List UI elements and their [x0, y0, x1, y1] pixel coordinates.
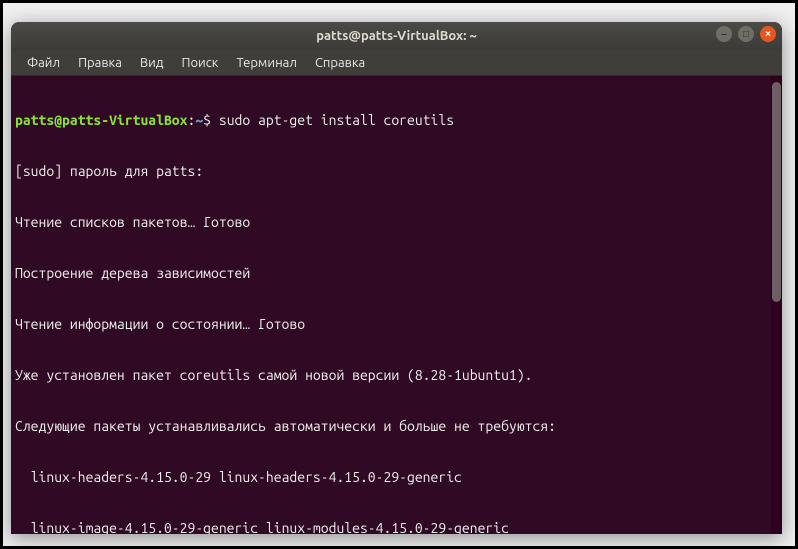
window-controls: – □ × — [716, 26, 776, 42]
menubar: Файл Правка Вид Поиск Терминал Справка — [11, 50, 782, 76]
terminal-line: Уже установлен пакет coreutils самой нов… — [15, 367, 778, 384]
prompt-user: patts@patts-VirtualBox — [15, 112, 187, 128]
close-icon: × — [765, 29, 771, 40]
command-text: sudo apt-get install coreutils — [219, 112, 454, 128]
menu-file[interactable]: Файл — [19, 52, 68, 74]
close-button[interactable]: × — [760, 26, 776, 42]
menu-help[interactable]: Справка — [307, 52, 373, 74]
terminal-line: Следующие пакеты устанавливались автомат… — [15, 418, 778, 435]
terminal-line: patts@patts-VirtualBox:~$ sudo apt-get i… — [15, 112, 778, 129]
window-title: patts@patts-VirtualBox: ~ — [316, 29, 477, 43]
titlebar: patts@patts-VirtualBox: ~ – □ × — [11, 22, 782, 50]
menu-view[interactable]: Вид — [132, 52, 172, 74]
prompt-path: ~ — [195, 112, 203, 128]
minimize-button[interactable]: – — [716, 26, 732, 42]
menu-search[interactable]: Поиск — [173, 52, 226, 74]
terminal-line: [sudo] пароль для patts: — [15, 163, 778, 180]
terminal-line: Построение дерева зависимостей — [15, 265, 778, 282]
terminal-body[interactable]: patts@patts-VirtualBox:~$ sudo apt-get i… — [11, 76, 782, 534]
prompt-symbol: $ — [203, 112, 219, 128]
maximize-button[interactable]: □ — [738, 26, 754, 42]
scrollbar-thumb[interactable] — [772, 82, 781, 302]
terminal-line: linux-headers-4.15.0-29 linux-headers-4.… — [15, 469, 778, 486]
menu-edit[interactable]: Правка — [70, 52, 130, 74]
menu-terminal[interactable]: Терминал — [228, 52, 304, 74]
terminal-line: Чтение списков пакетов… Готово — [15, 214, 778, 231]
terminal-window: patts@patts-VirtualBox: ~ – □ × Файл Пра… — [11, 22, 782, 534]
scrollbar[interactable] — [771, 76, 782, 534]
terminal-line: Чтение информации о состоянии… Готово — [15, 316, 778, 333]
minimize-icon: – — [721, 29, 727, 40]
maximize-icon: □ — [743, 29, 749, 40]
terminal-line: linux-image-4.15.0-29-generic linux-modu… — [15, 520, 778, 534]
